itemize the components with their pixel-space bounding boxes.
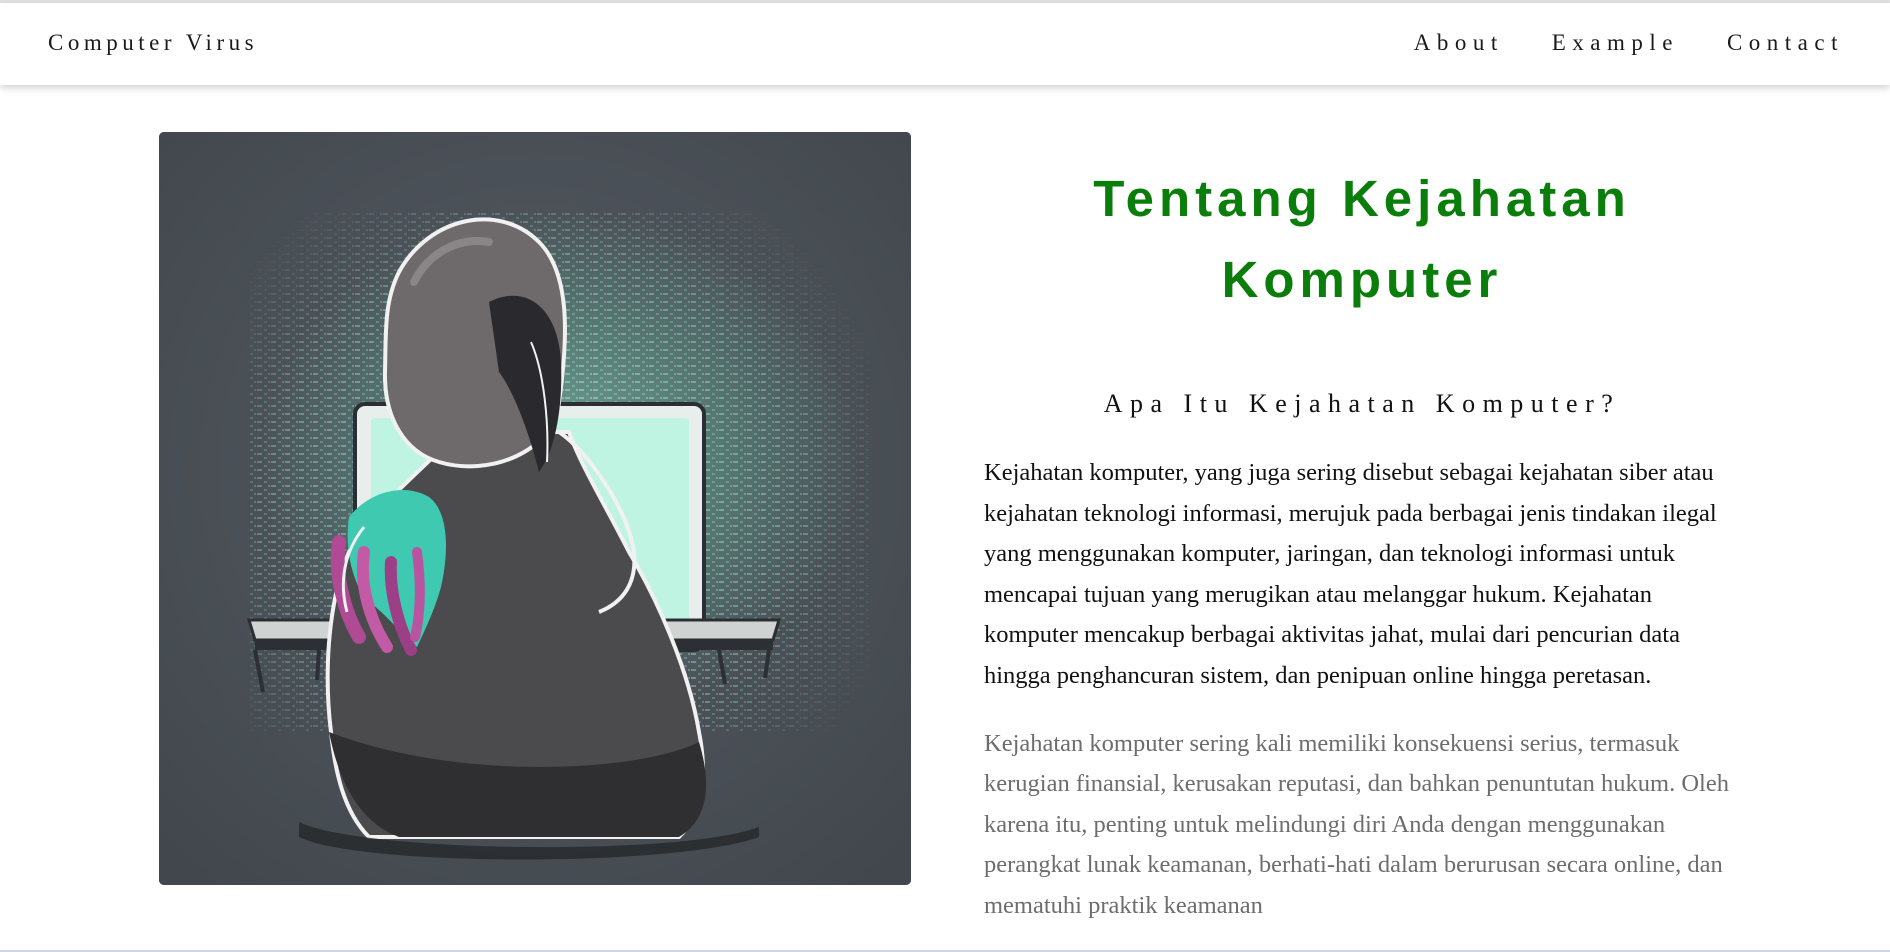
nav-link-contact[interactable]: Contact (1727, 30, 1844, 56)
about-section: Tentang Kejahatan Komputer Apa Itu Kejah… (984, 132, 1740, 927)
page-title: Tentang Kejahatan Komputer (1093, 170, 1631, 308)
intro-paragraph: Kejahatan komputer, yang juga sering dis… (984, 459, 1717, 689)
consequence-paragraph: Kejahatan komputer sering kali memiliki … (984, 729, 1729, 919)
section-subtitle: Apa Itu Kejahatan Komputer? (1103, 389, 1621, 418)
nav-links: About Example Contact (1414, 30, 1844, 56)
nav-link-about[interactable]: About (1414, 30, 1504, 56)
hacker-illustration (159, 132, 911, 885)
navbar: Computer Virus About Example Contact (0, 3, 1890, 85)
brand-link[interactable]: Computer Virus (48, 30, 258, 56)
nav-link-example[interactable]: Example (1552, 30, 1679, 56)
page: Computer Virus About Example Contact Ten… (0, 0, 1890, 952)
